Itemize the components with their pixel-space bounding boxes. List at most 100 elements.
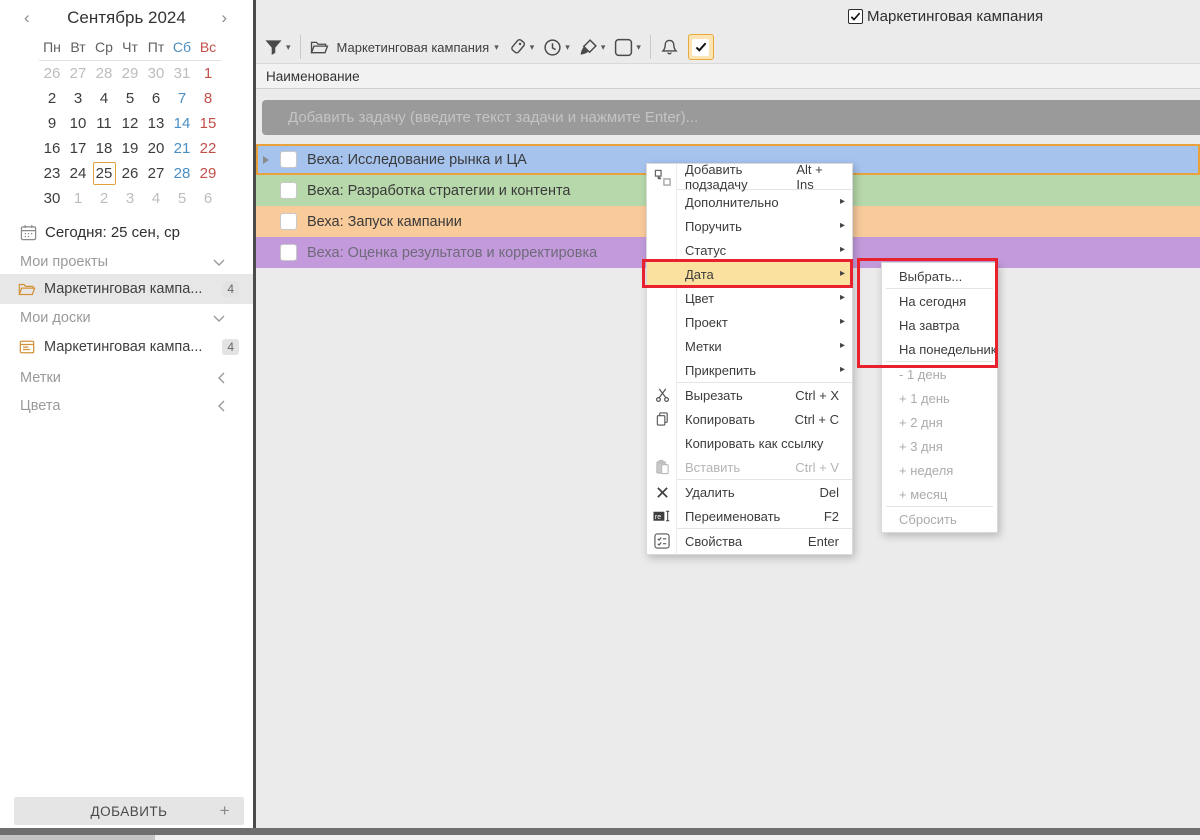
- calendar-day[interactable]: 26: [117, 161, 143, 186]
- sidebar-section-projects[interactable]: Мои проекты: [20, 254, 233, 270]
- calendar-day[interactable]: 14: [169, 111, 195, 136]
- window-title-checkbox[interactable]: Маркетинговая кампания: [848, 8, 1043, 25]
- calendar-day[interactable]: 1: [195, 61, 221, 86]
- calendar-day[interactable]: 31: [169, 61, 195, 86]
- context-menu-item-14[interactable]: УдалитьDel: [647, 480, 852, 504]
- calendar-day[interactable]: 28: [91, 61, 117, 86]
- calendar-day[interactable]: 28: [169, 161, 195, 186]
- calendar-day[interactable]: 17: [65, 136, 91, 161]
- project-selector-button[interactable]: Маркетинговая кампания ▾: [310, 40, 499, 55]
- date-submenu-item-11[interactable]: Сбросить: [882, 507, 997, 531]
- context-menu-item-4[interactable]: Статус▸: [647, 238, 852, 262]
- date-submenu-item-3[interactable]: На завтра: [882, 313, 997, 337]
- submenu-arrow-icon: ▸: [840, 341, 845, 351]
- color-brush-button[interactable]: ▾: [579, 38, 606, 57]
- calendar-day[interactable]: 1: [65, 186, 91, 211]
- context-menu-item-12[interactable]: Копировать как ссылку: [647, 431, 852, 455]
- add-task-input[interactable]: Добавить задачу (введите текст задачи и …: [262, 100, 1200, 135]
- status-square-button[interactable]: ▾: [614, 38, 641, 57]
- sidebar-section-labels[interactable]: Метки: [20, 370, 233, 386]
- calendar-day[interactable]: 30: [39, 186, 65, 211]
- date-submenu-item-7[interactable]: + 2 дня: [882, 410, 997, 434]
- delete-icon: [652, 486, 672, 499]
- calendar-day[interactable]: 2: [91, 186, 117, 211]
- caret-down-icon: ▾: [636, 42, 641, 52]
- add-project-button[interactable]: ДОБАВИТЬ +: [14, 797, 244, 825]
- calendar-day[interactable]: 22: [195, 136, 221, 161]
- calendar-day[interactable]: 26: [39, 61, 65, 86]
- date-submenu-item-8[interactable]: + 3 дня: [882, 434, 997, 458]
- calendar-day[interactable]: 5: [169, 186, 195, 211]
- calendar-next-arrow[interactable]: ›: [221, 8, 227, 28]
- calendar-day[interactable]: 11: [91, 111, 117, 136]
- calendar-day[interactable]: 3: [65, 86, 91, 111]
- calendar-day[interactable]: 29: [117, 61, 143, 86]
- calendar-day[interactable]: 3: [117, 186, 143, 211]
- context-menu-item-5[interactable]: Дата▸: [647, 262, 852, 286]
- context-menu-item-10[interactable]: ВырезатьCtrl + X: [647, 383, 852, 407]
- context-menu-item-11[interactable]: КопироватьCtrl + C: [647, 407, 852, 431]
- calendar-day[interactable]: 12: [117, 111, 143, 136]
- labels-button[interactable]: ▾: [508, 38, 535, 56]
- sidebar-item-project-marketing[interactable]: Маркетинговая кампа... 4: [0, 274, 253, 304]
- task-checkbox[interactable]: [280, 213, 297, 230]
- calendar-day[interactable]: 4: [143, 186, 169, 211]
- context-menu-item-15[interactable]: reПереименоватьF2: [647, 504, 852, 528]
- column-header-name[interactable]: Наименование: [256, 63, 1200, 89]
- calendar-day[interactable]: 19: [117, 136, 143, 161]
- notifications-button[interactable]: [660, 38, 679, 57]
- filter-button[interactable]: ▾: [264, 39, 291, 56]
- calendar-day[interactable]: 15: [195, 111, 221, 136]
- calendar-day[interactable]: 21: [169, 136, 195, 161]
- calendar-day[interactable]: 5: [117, 86, 143, 111]
- sidebar-today[interactable]: Сегодня: 25 сен, ср: [20, 224, 180, 241]
- expand-triangle-icon[interactable]: [262, 155, 270, 165]
- sidebar-section-colors[interactable]: Цвета: [20, 398, 233, 414]
- column-header-label: Наименование: [266, 69, 360, 84]
- calendar-day[interactable]: 30: [143, 61, 169, 86]
- task-checkbox[interactable]: [280, 182, 297, 199]
- task-checkbox[interactable]: [280, 244, 297, 261]
- schedule-button[interactable]: ▾: [543, 38, 570, 57]
- calendar-day[interactable]: 10: [65, 111, 91, 136]
- context-menu-item-2[interactable]: Дополнительно▸: [647, 190, 852, 214]
- calendar-day[interactable]: 23: [39, 161, 65, 186]
- calendar-day[interactable]: 29: [195, 161, 221, 186]
- date-submenu-item-5[interactable]: - 1 день: [882, 362, 997, 386]
- calendar-day[interactable]: 7: [169, 86, 195, 111]
- calendar-day[interactable]: 24: [65, 161, 91, 186]
- context-menu-item-16[interactable]: СвойстваEnter: [647, 529, 852, 553]
- context-menu-item-6[interactable]: Цвет▸: [647, 286, 852, 310]
- context-menu-item-7[interactable]: Проект▸: [647, 310, 852, 334]
- calendar-day[interactable]: 27: [65, 61, 91, 86]
- calendar-day[interactable]: 18: [91, 136, 117, 161]
- calendar-day[interactable]: 27: [143, 161, 169, 186]
- menu-item-shortcut: F2: [824, 509, 845, 524]
- date-submenu-item-1[interactable]: Выбрать...: [882, 264, 997, 288]
- calendar-day[interactable]: 16: [39, 136, 65, 161]
- calendar-day[interactable]: 20: [143, 136, 169, 161]
- calendar-day[interactable]: 6: [143, 86, 169, 111]
- date-submenu-item-9[interactable]: + неделя: [882, 458, 997, 482]
- sidebar-item-board-marketing[interactable]: Маркетинговая кампа... 4: [0, 332, 253, 362]
- date-submenu-item-4[interactable]: На понедельник: [882, 337, 997, 361]
- tag-icon: [508, 38, 527, 56]
- calendar-day[interactable]: 8: [195, 86, 221, 111]
- show-checkboxes-toggle[interactable]: [688, 34, 714, 60]
- sidebar-section-boards[interactable]: Мои доски: [20, 310, 233, 326]
- calendar-day[interactable]: 9: [39, 111, 65, 136]
- context-menu-item-9[interactable]: Прикрепить▸: [647, 358, 852, 382]
- context-menu-item-8[interactable]: Метки▸: [647, 334, 852, 358]
- date-submenu-item-6[interactable]: + 1 день: [882, 386, 997, 410]
- date-submenu-item-2[interactable]: На сегодня: [882, 289, 997, 313]
- context-menu-item-1[interactable]: Добавить подзадачуAlt + Ins: [647, 165, 852, 189]
- calendar-day[interactable]: 13: [143, 111, 169, 136]
- context-menu-item-3[interactable]: Поручить▸: [647, 214, 852, 238]
- checkbox-checked-icon[interactable]: [848, 9, 863, 24]
- calendar-day[interactable]: 4: [91, 86, 117, 111]
- calendar-day[interactable]: 6: [195, 186, 221, 211]
- date-submenu-item-10[interactable]: + месяц: [882, 482, 997, 506]
- task-checkbox[interactable]: [280, 151, 297, 168]
- calendar-day-selected[interactable]: 25: [91, 161, 117, 186]
- calendar-day[interactable]: 2: [39, 86, 65, 111]
